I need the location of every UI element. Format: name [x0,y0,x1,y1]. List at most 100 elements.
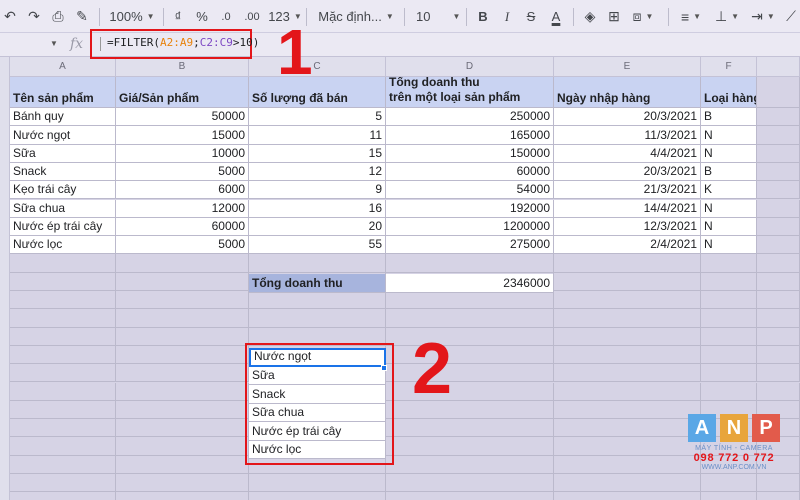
column-header-e[interactable]: E [554,57,701,77]
text-rotate-icon[interactable]: ⟋ [782,0,800,33]
blank-cell[interactable] [757,217,800,237]
blank-cell[interactable] [116,254,249,273]
blank-cell[interactable] [116,327,249,346]
blank-cell[interactable] [116,492,249,500]
data-cell-qty[interactable]: 15 [249,144,386,163]
data-cell-name[interactable]: Kẹo trái cây [10,181,116,200]
blank-cell[interactable] [757,126,800,145]
blank-cell[interactable] [386,455,554,474]
data-cell-type[interactable]: N [701,144,757,163]
data-cell-price[interactable]: 5000 [116,236,249,255]
merge-cells-icon[interactable]: ⧈ ▼ [628,0,658,33]
column-header-d[interactable]: D [386,57,554,77]
blank-cell[interactable] [757,492,800,500]
data-cell-revenue[interactable]: 1200000 [386,217,554,237]
blank-cell[interactable] [116,400,249,420]
blank-cell[interactable] [10,437,116,456]
align-vertical-icon[interactable]: ⊥ ▼ [712,0,742,33]
fill-handle[interactable] [381,365,387,371]
bold-button[interactable]: B [474,0,492,33]
blank-cell[interactable] [757,181,800,200]
header-cell-price[interactable]: Giá/Sản phẩm [116,77,249,108]
data-cell-price[interactable]: 10000 [116,144,249,163]
blank-cell[interactable] [701,474,757,493]
data-cell-revenue[interactable]: 54000 [386,181,554,200]
blank-cell[interactable] [701,254,757,273]
column-header-f[interactable]: F [701,57,757,77]
data-cell-type[interactable]: B [701,162,757,182]
blank-cell[interactable] [554,382,701,401]
data-cell-revenue[interactable]: 60000 [386,162,554,182]
blank-cell[interactable] [116,455,249,474]
header-cell-name[interactable]: Tên sản phẩm [10,77,116,108]
blank-cell[interactable] [701,272,757,291]
print-icon[interactable]: ⎙ [48,0,68,33]
blank-cell[interactable] [757,382,800,401]
blank-cell[interactable] [10,364,116,383]
blank-cell[interactable] [554,309,701,328]
blank-cell[interactable] [10,419,116,438]
blank-cell[interactable] [116,437,249,456]
data-cell-price[interactable]: 12000 [116,199,249,218]
blank-cell[interactable] [701,291,757,310]
paint-format-icon[interactable]: ✎ [72,0,92,33]
blank-cell[interactable] [249,474,386,493]
name-box[interactable]: ▼ [0,33,58,57]
blank-cell[interactable] [554,492,701,500]
data-cell-revenue[interactable]: 250000 [386,108,554,127]
data-cell-price[interactable]: 5000 [116,162,249,182]
blank-cell[interactable] [701,364,757,383]
blank-cell[interactable] [757,327,800,346]
data-cell-date[interactable]: 12/3/2021 [554,217,701,237]
blank-cell[interactable] [116,364,249,383]
blank-cell[interactable] [10,345,116,365]
blank-cell[interactable] [386,492,554,500]
blank-cell[interactable] [757,272,800,291]
blank-cell[interactable] [554,254,701,273]
align-horizontal-icon[interactable]: ≡ ▼ [676,0,706,33]
blank-cell[interactable] [386,291,554,310]
formula-highlight-box[interactable]: =FILTER(A2:A9;C2:C9>10) [90,29,259,59]
blank-cell[interactable] [386,254,554,273]
data-cell-name[interactable]: Snack [10,162,116,182]
font-family-select[interactable]: Mặc định... ▼ [312,0,400,33]
blank-cell[interactable] [116,291,249,310]
blank-cell[interactable] [757,199,800,218]
data-cell-type[interactable]: N [701,236,757,255]
data-cell-date[interactable]: 2/4/2021 [554,236,701,255]
text-wrap-icon[interactable]: ⇥ ▼ [748,0,778,33]
data-cell-date[interactable]: 21/3/2021 [554,181,701,200]
blank-cell[interactable] [10,474,116,493]
blank-cell[interactable] [554,474,701,493]
blank-cell[interactable] [386,419,554,438]
blank-cell[interactable] [249,291,386,310]
data-cell-date[interactable]: 14/4/2021 [554,199,701,218]
data-cell-qty[interactable]: 12 [249,162,386,182]
blank-cell[interactable] [757,108,800,127]
blank-cell[interactable] [10,492,116,500]
blank-cell[interactable] [116,474,249,493]
data-cell-type[interactable]: N [701,217,757,237]
data-cell-qty[interactable]: 5 [249,108,386,127]
data-cell-date[interactable]: 4/4/2021 [554,144,701,163]
blank-cell[interactable] [386,474,554,493]
data-cell-name[interactable]: Nước ép trái cây [10,217,116,237]
blank-cell[interactable] [554,455,701,474]
header-cell-date[interactable]: Ngày nhập hàng [554,77,701,108]
blank-cell[interactable] [10,309,116,328]
blank-cell[interactable] [10,327,116,346]
blank-cell[interactable] [116,272,249,291]
data-cell-date[interactable]: 11/3/2021 [554,126,701,145]
fill-color-icon[interactable]: ◈ [580,0,600,33]
data-cell-date[interactable]: 20/3/2021 [554,162,701,182]
blank-cell[interactable] [757,236,800,255]
blank-cell[interactable] [249,309,386,328]
data-cell-type[interactable]: B [701,108,757,127]
data-cell-type[interactable]: N [701,126,757,145]
header-cell-revenue[interactable]: Tổng doanh thu trên một loại sản phẩm [386,77,554,108]
data-cell-revenue[interactable]: 165000 [386,126,554,145]
italic-button[interactable]: I [498,0,516,33]
data-cell-name[interactable]: Sữa [10,144,116,163]
blank-cell[interactable] [757,77,800,108]
blank-cell[interactable] [116,419,249,438]
